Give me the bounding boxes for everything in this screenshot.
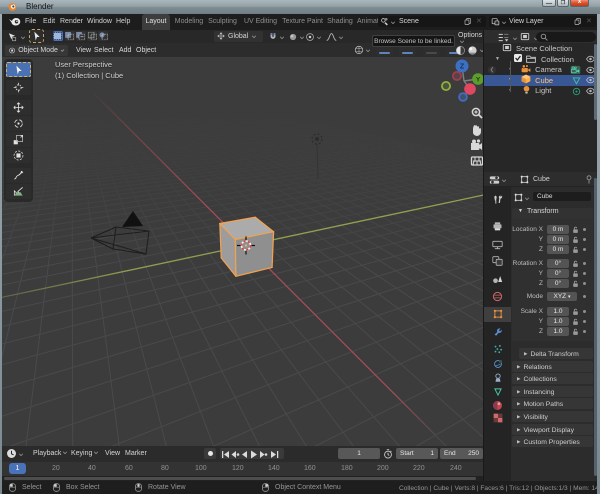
svg-text:Z: Z [460, 64, 465, 71]
svg-text:Y: Y [476, 77, 481, 84]
